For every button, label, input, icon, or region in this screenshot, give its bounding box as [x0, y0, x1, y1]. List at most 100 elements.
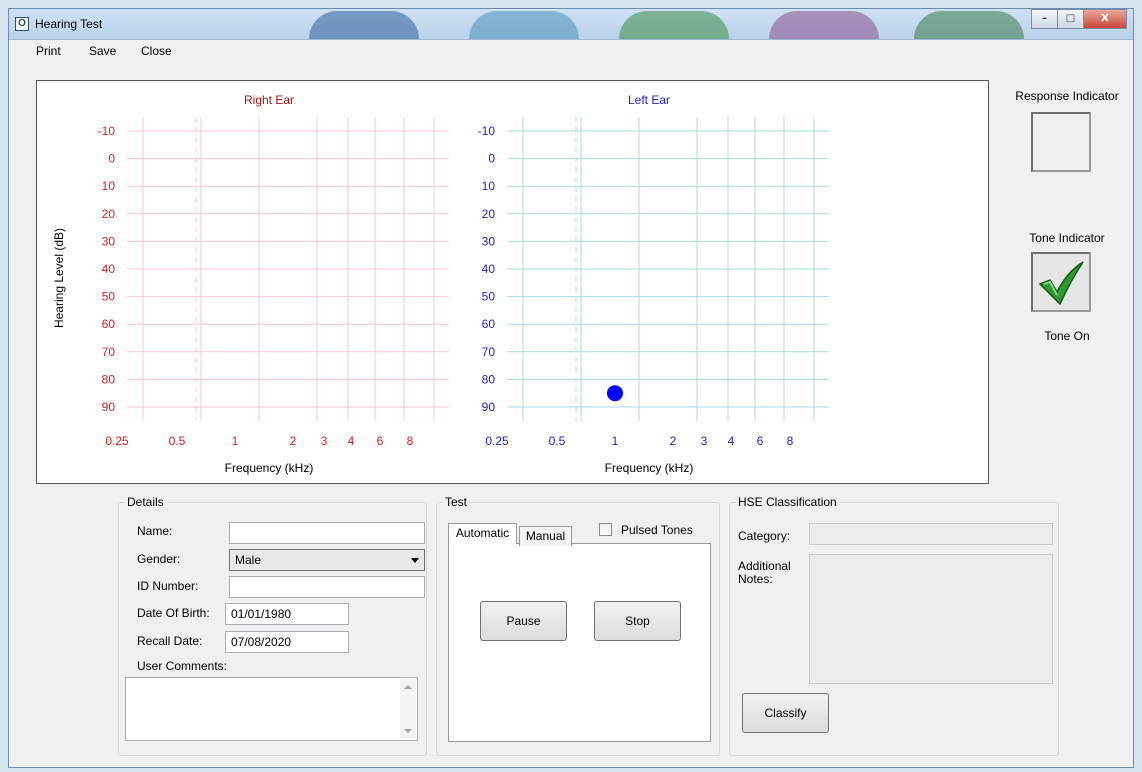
menu-save[interactable]: Save — [89, 44, 116, 58]
maximize-button[interactable]: □ — [1057, 9, 1083, 29]
tab-automatic[interactable]: Automatic — [448, 523, 517, 544]
x-tick-label: 4 — [348, 434, 355, 448]
checkmark-icon — [1038, 261, 1084, 306]
automatic-tab-page: Pause Stop — [448, 543, 711, 742]
y-tick-label: 0 — [488, 152, 495, 166]
details-legend: Details — [125, 495, 166, 509]
hse-classification-group: HSE Classification Category: Additional … — [729, 495, 1059, 756]
x-tick-label: 3 — [321, 434, 328, 448]
background-decoration — [619, 11, 729, 39]
hearing-test-window: O Hearing Test – □ X Print Save Close -1… — [8, 8, 1134, 768]
chart-title: Right Ear — [244, 93, 294, 107]
y-tick-label: 60 — [482, 317, 496, 331]
x-tick-label: 3 — [701, 434, 708, 448]
x-tick-label: 6 — [757, 434, 764, 448]
recall-date-label: Recall Date: — [137, 634, 203, 648]
gender-select[interactable]: Male — [229, 549, 425, 571]
test-legend: Test — [443, 495, 470, 509]
tab-manual[interactable]: Manual — [519, 526, 572, 546]
user-comments-label: User Comments: — [137, 659, 228, 673]
y-tick-label: 80 — [102, 372, 116, 386]
data-point-left-ear — [607, 385, 623, 402]
additional-notes-label: Additional Notes: — [738, 560, 791, 586]
gender-label: Gender: — [137, 552, 181, 566]
background-decoration — [769, 11, 879, 39]
pulsed-tones-checkbox[interactable] — [599, 523, 612, 536]
y-tick-label: 10 — [102, 179, 116, 193]
dob-field[interactable]: 01/01/1980 — [225, 603, 349, 625]
x-tick-label: 6 — [377, 434, 384, 448]
tone-status-text: Tone On — [1044, 329, 1090, 343]
y-tick-label: 40 — [102, 262, 116, 276]
x-tick-label: 4 — [728, 434, 735, 448]
menu-close[interactable]: Close — [141, 44, 172, 58]
details-group: Details Name: Gender: Male ID Number: Da… — [118, 495, 427, 756]
y-tick-label: 60 — [102, 317, 116, 331]
y-tick-label: 50 — [102, 290, 116, 304]
y-tick-label: 50 — [482, 290, 496, 304]
minimize-button[interactable]: – — [1031, 9, 1057, 29]
y-tick-label: 40 — [482, 262, 496, 276]
y-tick-label: -10 — [478, 124, 496, 138]
x-axis-label: Frequency (kHz) — [605, 461, 694, 475]
x-tick-label: 2 — [670, 434, 677, 448]
background-decoration — [469, 11, 579, 39]
audiogram-panel: -10 0 10 20 30 40 50 60 70 80 90 0.25 0.5 1 2 3 4 6 8 Right… — [36, 80, 989, 484]
window-title: Hearing Test — [35, 17, 103, 31]
scroll-up-icon[interactable] — [404, 685, 412, 689]
name-field[interactable] — [229, 522, 425, 544]
menu-bar: Print Save Close — [9, 40, 1133, 62]
y-tick-label: 90 — [482, 400, 496, 414]
stop-button[interactable]: Stop — [594, 601, 681, 641]
pause-button[interactable]: Pause — [480, 601, 567, 641]
y-tick-label: 90 — [102, 400, 116, 414]
x-tick-label: 0.25 — [485, 434, 509, 448]
recall-date-field[interactable]: 07/08/2020 — [225, 631, 349, 653]
additional-notes-label-line2: Notes: — [738, 572, 773, 586]
additional-notes-field[interactable] — [809, 554, 1053, 684]
y-tick-label: 30 — [102, 234, 116, 248]
category-field[interactable] — [809, 523, 1053, 545]
category-label: Category: — [738, 529, 791, 543]
close-window-button[interactable]: X — [1083, 9, 1127, 29]
id-number-field[interactable] — [229, 576, 425, 598]
x-tick-label: 0.25 — [105, 434, 129, 448]
background-decoration — [309, 11, 419, 39]
pulsed-tones-label: Pulsed Tones — [621, 523, 693, 537]
x-tick-label: 0.5 — [549, 434, 566, 448]
chart-title: Left Ear — [628, 93, 670, 107]
window-controls: – □ X — [1031, 9, 1127, 29]
id-number-label: ID Number: — [137, 579, 199, 593]
x-tick-label: 1 — [232, 434, 239, 448]
y-tick-label: 70 — [102, 345, 116, 359]
y-tick-label: 10 — [482, 179, 496, 193]
y-axis-label: Hearing Level (dB) — [52, 228, 66, 328]
title-bar[interactable]: O Hearing Test – □ X — [9, 9, 1133, 40]
response-indicator-label: Response Indicator — [1015, 89, 1119, 103]
classify-button[interactable]: Classify — [742, 693, 829, 733]
y-tick-label: 30 — [482, 234, 496, 248]
user-comments-field[interactable] — [125, 677, 418, 741]
y-tick-label: 20 — [482, 207, 496, 221]
app-icon: O — [15, 17, 29, 31]
y-tick-label: 70 — [482, 345, 496, 359]
x-tick-label: 8 — [787, 434, 794, 448]
tone-indicator — [1031, 252, 1091, 312]
y-tick-label: 20 — [102, 207, 116, 221]
x-tick-label: 2 — [290, 434, 297, 448]
response-indicator — [1031, 112, 1091, 172]
x-tick-label: 8 — [407, 434, 414, 448]
comments-scrollbar[interactable] — [400, 679, 416, 739]
gender-value: Male — [235, 553, 262, 567]
name-label: Name: — [137, 524, 173, 538]
additional-notes-label-line1: Additional — [738, 559, 791, 573]
tone-indicator-label: Tone Indicator — [1029, 231, 1105, 245]
chevron-down-icon — [411, 558, 419, 563]
audiogram-chart: -10 0 10 20 30 40 50 60 70 80 90 0.25 0.5 1 2 3 4 6 8 Right… — [52, 93, 829, 475]
y-tick-label: 80 — [482, 372, 496, 386]
x-tick-label: 1 — [612, 434, 619, 448]
dob-label: Date Of Birth: — [137, 606, 210, 620]
scroll-down-icon[interactable] — [404, 729, 412, 733]
menu-print[interactable]: Print — [36, 44, 61, 58]
hse-legend: HSE Classification — [736, 495, 839, 509]
